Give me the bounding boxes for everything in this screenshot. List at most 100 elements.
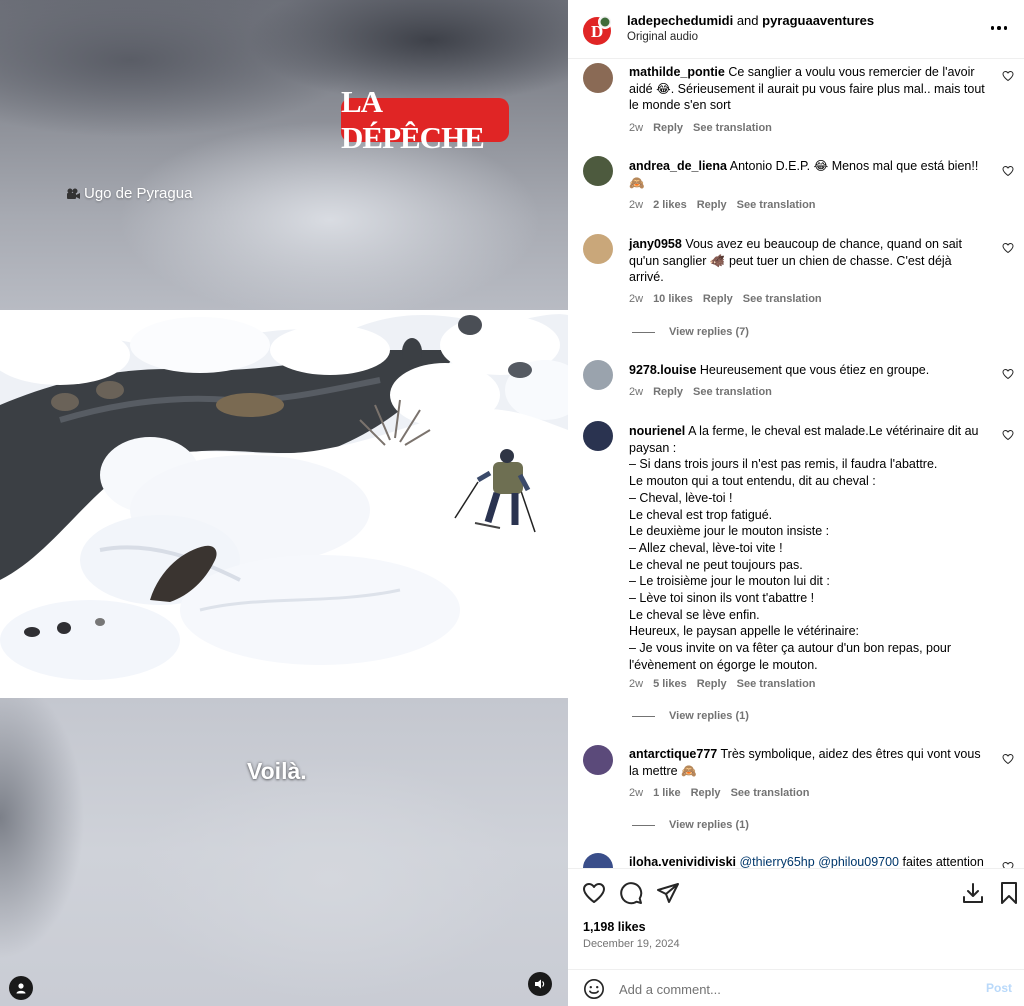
comment-text: 9278.louise Heureusement que vous étiez … (629, 362, 989, 379)
comment-meta: 2w 10 likes Reply See translation (629, 293, 822, 305)
comment-time[interactable]: 2w (629, 199, 643, 211)
commenter-avatar[interactable] (583, 421, 613, 451)
replies-divider (632, 824, 655, 826)
heart-icon (1002, 70, 1014, 82)
post-header: D ladepechedumidi and pyraguaaventures O… (568, 0, 1024, 59)
comment-likes[interactable]: 10 likes (653, 293, 693, 305)
comment-text: nourienel A la ferme, le cheval est mala… (629, 423, 989, 674)
reply-button[interactable]: Reply (697, 678, 727, 690)
view-replies-label: View replies (1) (669, 710, 749, 722)
comment-like-button[interactable] (1002, 242, 1014, 254)
comment-username[interactable]: andrea_de_liena (629, 159, 727, 173)
see-translation-button[interactable]: See translation (737, 678, 816, 690)
see-translation-button[interactable]: See translation (743, 293, 822, 305)
post-media[interactable]: LA DÉPÊCHE Ugo de Pyragua Voilà. (0, 0, 568, 1006)
like-count[interactable]: 1,198 likes (583, 920, 646, 934)
heart-icon (1002, 242, 1014, 254)
comment-username[interactable]: mathilde_pontie (629, 65, 725, 79)
video-credit: Ugo de Pyragua (66, 185, 192, 202)
view-replies-label: View replies (1) (669, 819, 749, 831)
comment-likes[interactable]: 5 likes (653, 678, 687, 690)
commenter-avatar[interactable] (583, 745, 613, 775)
comment-likes[interactable]: 2 likes (653, 199, 687, 211)
author-link-ladepechedumidi[interactable]: ladepechedumidi (627, 13, 733, 28)
comment-input[interactable] (619, 977, 959, 1001)
post-date[interactable]: December 19, 2024 (583, 938, 680, 950)
post-sidebar: D ladepechedumidi and pyraguaaventures O… (568, 0, 1024, 1006)
author-avatar[interactable]: D (582, 16, 612, 46)
view-replies-button[interactable]: View replies (7) (632, 326, 749, 338)
comment-content: Heureusement que vous étiez en groupe. (699, 363, 930, 377)
comment-time[interactable]: 2w (629, 386, 643, 398)
camera-icon (67, 188, 80, 199)
save-button[interactable] (997, 881, 1021, 905)
comment-time[interactable]: 2w (629, 678, 643, 690)
reply-button[interactable]: Reply (691, 787, 721, 799)
la-depeche-logo: LA DÉPÊCHE (341, 84, 509, 155)
tagged-users-button[interactable] (9, 976, 33, 1000)
comment-text: andrea_de_liena Antonio D.E.P. 😂 Menos m… (629, 158, 989, 191)
audio-label[interactable]: Original audio (627, 31, 698, 43)
see-translation-button[interactable]: See translation (693, 386, 772, 398)
comment-username[interactable]: nourienel (629, 424, 685, 438)
more-dot (997, 26, 1001, 30)
comment-meta: 2w 1 like Reply See translation (629, 787, 809, 799)
emoji-icon[interactable] (583, 978, 605, 1000)
send-icon (657, 883, 679, 903)
reply-button[interactable]: Reply (653, 122, 683, 134)
mention-link[interactable]: @thierry65hp (739, 855, 814, 868)
comment-meta: 2w Reply See translation (629, 386, 772, 398)
post-comment-button[interactable]: Post (986, 981, 1012, 995)
see-translation-button[interactable]: See translation (693, 122, 772, 134)
commenter-avatar[interactable] (583, 234, 613, 264)
more-options-button[interactable] (988, 18, 1010, 38)
comment-like-button[interactable] (1002, 753, 1014, 765)
heart-icon (583, 883, 605, 903)
author-link-pyraguaaventures[interactable]: pyraguaaventures (762, 13, 874, 28)
video-frame-top: LA DÉPÊCHE Ugo de Pyragua (0, 0, 568, 310)
comment-username[interactable]: 9278.louise (629, 363, 696, 377)
commenter-avatar[interactable] (583, 853, 613, 868)
view-replies-button[interactable]: View replies (1) (632, 819, 749, 831)
view-replies-button[interactable]: View replies (1) (632, 710, 749, 722)
mention-link[interactable]: @philou09700 (818, 855, 899, 868)
download-button[interactable] (961, 881, 985, 905)
comment-username[interactable]: iloha.venividiviski (629, 855, 736, 868)
comment-like-button[interactable] (1002, 70, 1014, 82)
comment-meta: 2w Reply See translation (629, 122, 772, 134)
speaker-icon (535, 979, 545, 989)
comment-time[interactable]: 2w (629, 787, 643, 799)
comment-like-button[interactable] (1002, 861, 1014, 868)
mute-toggle-button[interactable] (528, 972, 552, 996)
reply-button[interactable]: Reply (703, 293, 733, 305)
comment-time[interactable]: 2w (629, 122, 643, 134)
comment-like-button[interactable] (1002, 368, 1014, 380)
commenter-avatar[interactable] (583, 156, 613, 186)
comment-like-button[interactable] (1002, 429, 1014, 441)
share-button[interactable] (656, 881, 680, 905)
post-authors: ladepechedumidi and pyraguaaventures (627, 13, 874, 28)
see-translation-button[interactable]: See translation (737, 199, 816, 211)
reply-button[interactable]: Reply (653, 386, 683, 398)
heart-icon (1002, 165, 1014, 177)
comment-list[interactable]: mathilde_pontie Ce sanglier a voulu vous… (568, 60, 1024, 868)
comment-button[interactable] (619, 881, 643, 905)
video-subtitle: Voilà. (247, 758, 307, 784)
comment-meta: 2w 2 likes Reply See translation (629, 199, 816, 211)
commenter-avatar[interactable] (583, 63, 613, 93)
replies-divider (632, 331, 655, 333)
heart-icon (1002, 368, 1014, 380)
credit-text: Ugo de Pyragua (84, 185, 193, 202)
like-button[interactable] (582, 881, 606, 905)
comment-like-button[interactable] (1002, 165, 1014, 177)
comment-likes[interactable]: 1 like (653, 787, 681, 799)
comment-text: mathilde_pontie Ce sanglier a voulu vous… (629, 64, 989, 114)
comment-bubble-icon (620, 882, 643, 905)
comment-content: faites attention (902, 855, 984, 868)
comment-username[interactable]: antarctique777 (629, 747, 717, 761)
reply-button[interactable]: Reply (697, 199, 727, 211)
commenter-avatar[interactable] (583, 360, 613, 390)
see-translation-button[interactable]: See translation (731, 787, 810, 799)
comment-time[interactable]: 2w (629, 293, 643, 305)
comment-username[interactable]: jany0958 (629, 237, 682, 251)
